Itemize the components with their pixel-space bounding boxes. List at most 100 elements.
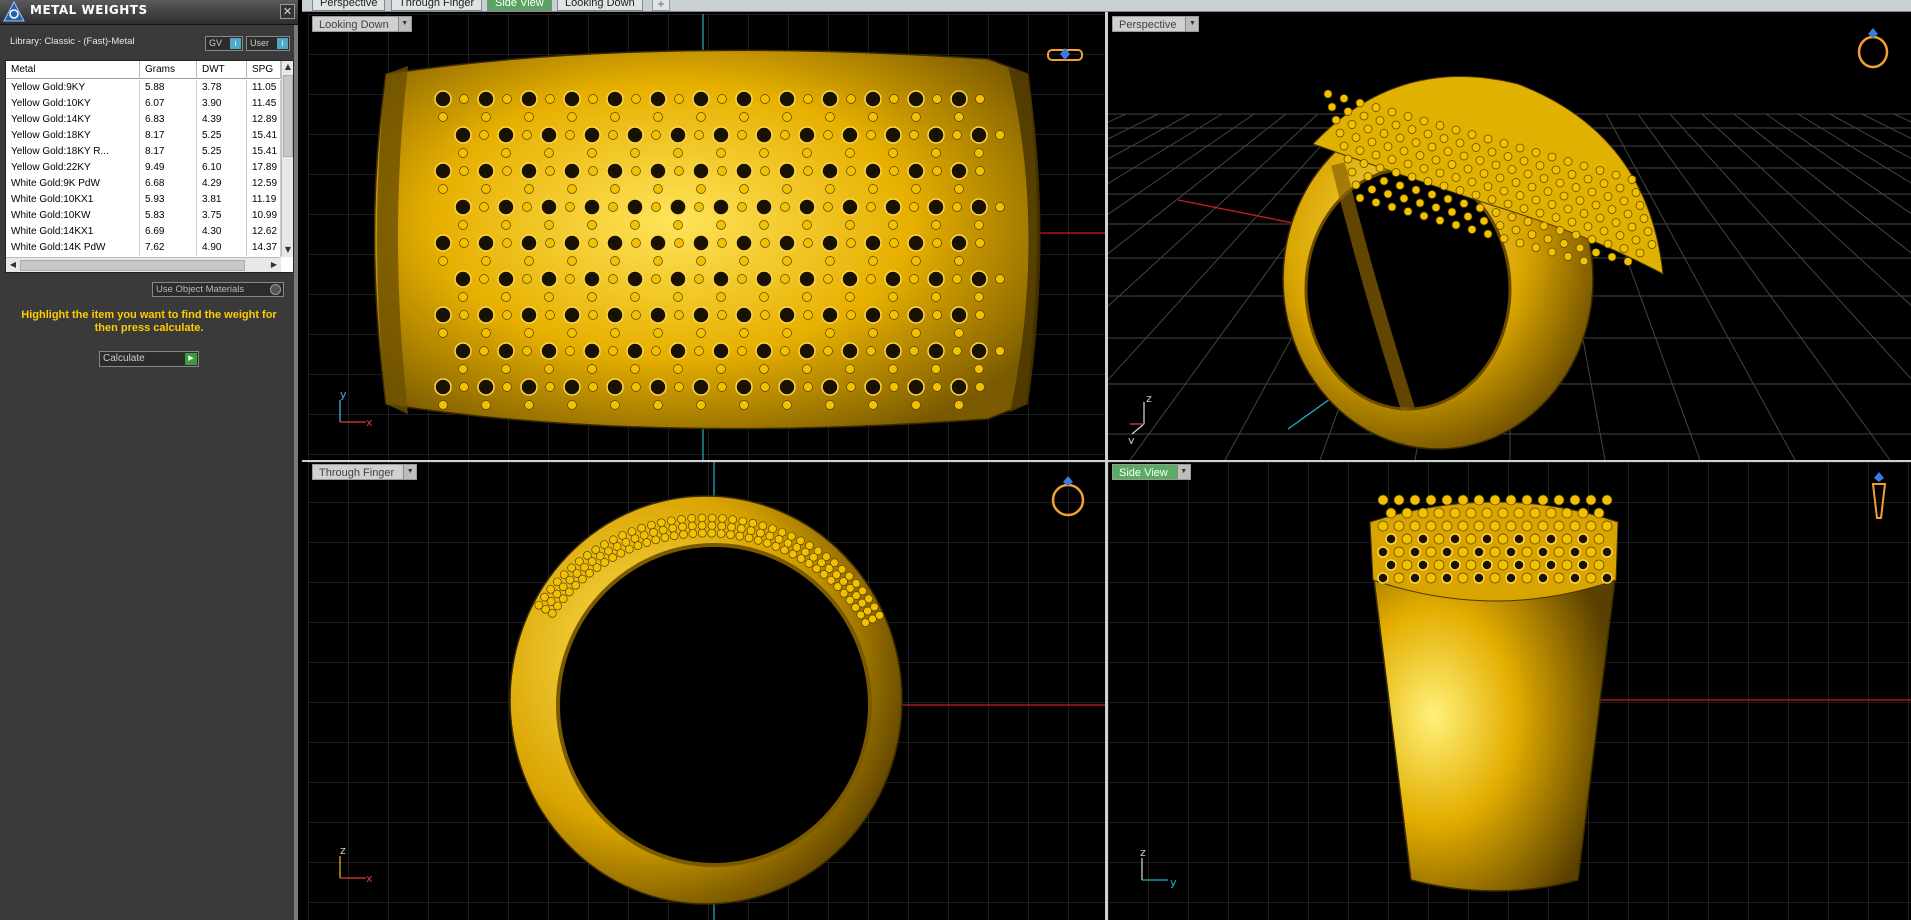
cell-spg: 12.59	[247, 176, 281, 192]
play-icon: ▶	[185, 353, 197, 365]
cell-metal: White Gold:10KX1	[6, 192, 140, 208]
scroll-left-icon[interactable]: ◀	[7, 260, 19, 269]
cell-grams: 6.07	[140, 96, 197, 112]
scroll-right-icon[interactable]: ▶	[268, 260, 280, 269]
axis-label: x	[366, 872, 373, 884]
add-tab-icon[interactable]: +	[652, 0, 670, 11]
cell-grams: 5.83	[140, 208, 197, 224]
column-header-dwt[interactable]: DWT	[197, 61, 247, 79]
cell-grams: 6.68	[140, 176, 197, 192]
panel-header: METAL WEIGHTS ✕	[0, 0, 298, 25]
chevron-down-icon[interactable]: ▼	[1176, 465, 1190, 479]
viewport-menu-perspective[interactable]: Perspective ▼	[1112, 16, 1200, 32]
cell-dwt: 4.30	[197, 224, 247, 240]
cell-grams: 8.17	[140, 144, 197, 160]
table-row[interactable]: White Gold:9K PdW 6.68 4.29 12.59	[6, 176, 281, 192]
cell-dwt: 5.25	[197, 144, 247, 160]
close-icon[interactable]: ✕	[280, 4, 295, 19]
cell-dwt: 6.10	[197, 160, 247, 176]
table-row[interactable]: Yellow Gold:14KY 6.83 4.39 12.89	[6, 112, 281, 128]
horizontal-scrollbar[interactable]: ◀ ▶	[6, 257, 281, 272]
gv-toggle-button[interactable]: GV i	[205, 36, 243, 51]
viewport-side-view[interactable]: Side View ▼ z y	[1108, 462, 1911, 920]
app-logo-icon	[3, 1, 25, 22]
cell-spg: 12.62	[247, 224, 281, 240]
scroll-up-icon[interactable]: ▲	[282, 62, 293, 71]
viewport-perspective[interactable]: Perspective ▼ z y	[1108, 14, 1911, 460]
table-body: Yellow Gold:9KY 5.88 3.78 11.05 Yellow Gold:…	[6, 80, 281, 256]
cell-spg: 11.05	[247, 80, 281, 96]
cell-spg: 11.45	[247, 96, 281, 112]
viewport-through-finger[interactable]: Through Finger ▼ z x	[308, 462, 1105, 920]
table-row[interactable]: White Gold:14KX1 6.69 4.30 12.62	[6, 224, 281, 240]
column-header-grams[interactable]: Grams	[140, 61, 197, 79]
table-row[interactable]: Yellow Gold:9KY 5.88 3.78 11.05	[6, 80, 281, 96]
axis-gizmo: z y	[1140, 846, 1177, 889]
scroll-thumb[interactable]	[283, 75, 293, 157]
cell-metal: Yellow Gold:14KY	[6, 112, 140, 128]
cell-dwt: 3.81	[197, 192, 247, 208]
viewport-looking-down[interactable]: Looking Down ▼ y x	[308, 14, 1105, 460]
cell-metal: Yellow Gold:22KY	[6, 160, 140, 176]
cell-grams: 8.17	[140, 128, 197, 144]
tab-through-finger[interactable]: Through Finger	[391, 0, 483, 11]
chevron-down-icon[interactable]: ▼	[397, 17, 411, 31]
user-toggle-button[interactable]: User i	[246, 36, 290, 51]
table-row[interactable]: Yellow Gold:22KY 9.49 6.10 17.89	[6, 160, 281, 176]
table-row[interactable]: Yellow Gold:10KY 6.07 3.90 11.45	[6, 96, 281, 112]
grid	[1108, 462, 1911, 920]
calculate-button[interactable]: Calculate ▶	[99, 351, 199, 367]
axis-label: z	[1140, 846, 1146, 859]
ring-side-icon[interactable]	[1866, 470, 1892, 522]
use-object-materials-toggle[interactable]: Use Object Materials	[152, 282, 284, 297]
column-header-metal[interactable]: Metal	[6, 61, 140, 79]
viewport-menu-side-view[interactable]: Side View ▼	[1112, 464, 1191, 480]
scroll-down-icon[interactable]: ▼	[282, 245, 293, 254]
cell-metal: White Gold:10KW	[6, 208, 140, 224]
axis-label: z	[340, 844, 346, 857]
tab-perspective[interactable]: Perspective	[312, 0, 386, 11]
info-icon: i	[277, 38, 288, 49]
use-object-materials-label: Use Object Materials	[156, 284, 245, 295]
cell-metal: White Gold:9K PdW	[6, 176, 140, 192]
cell-dwt: 4.39	[197, 112, 247, 128]
cell-spg: 12.89	[247, 112, 281, 128]
vertical-scrollbar[interactable]: ▲ ▼	[281, 61, 293, 257]
cell-dwt: 3.78	[197, 80, 247, 96]
hint-text: Highlight the item you want to find the …	[21, 309, 277, 334]
table-row[interactable]: Yellow Gold:18KY 8.17 5.25 15.41	[6, 128, 281, 144]
calculate-label: Calculate	[103, 353, 145, 364]
chevron-down-icon[interactable]: ▼	[403, 465, 417, 479]
tab-looking-down[interactable]: Looking Down	[557, 0, 643, 11]
table-row[interactable]: Yellow Gold:18KY R... 8.17 5.25 15.41	[6, 144, 281, 160]
table-row[interactable]: White Gold:10KX1 5.93 3.81 11.19	[6, 192, 281, 208]
cell-metal: White Gold:14K PdW	[6, 240, 140, 256]
viewport-menu-through-finger[interactable]: Through Finger ▼	[312, 464, 418, 480]
axis-gizmo: y x	[339, 388, 373, 428]
ring-body	[1372, 571, 1617, 892]
viewport-label: Through Finger	[319, 467, 395, 479]
column-header-spg[interactable]: SPG	[247, 61, 281, 79]
cell-metal: Yellow Gold:18KY R...	[6, 144, 140, 160]
table-row[interactable]: White Gold:10KW 5.83 3.75 10.99	[6, 208, 281, 224]
gv-label: GV	[209, 38, 223, 48]
info-icon: i	[230, 38, 241, 49]
cell-grams: 6.69	[140, 224, 197, 240]
table-row[interactable]: White Gold:14K PdW 7.62 4.90 14.37	[6, 240, 281, 256]
cell-spg: 11.19	[247, 192, 281, 208]
axis-label: y	[1128, 434, 1135, 444]
chevron-down-icon[interactable]: ▼	[1185, 17, 1199, 31]
library-label: Library: Classic - (Fast)-Metal	[10, 36, 135, 47]
axis-label: z	[1146, 392, 1152, 405]
metal-table: Metal Grams DWT SPG Yellow Gold:9KY 5.88 3…	[5, 60, 294, 273]
scroll-thumb[interactable]	[20, 260, 245, 271]
cell-metal: Yellow Gold:18KY	[6, 128, 140, 144]
cell-dwt: 4.29	[197, 176, 247, 192]
tab-side-view[interactable]: Side View	[487, 0, 552, 11]
ring-perspective-icon[interactable]	[1853, 24, 1893, 70]
cell-grams: 6.83	[140, 112, 197, 128]
viewport-label: Looking Down	[319, 19, 389, 31]
viewport-menu-looking-down[interactable]: Looking Down ▼	[312, 16, 412, 32]
ring-top-icon[interactable]	[1046, 44, 1086, 66]
ring-front-icon[interactable]	[1048, 472, 1088, 518]
